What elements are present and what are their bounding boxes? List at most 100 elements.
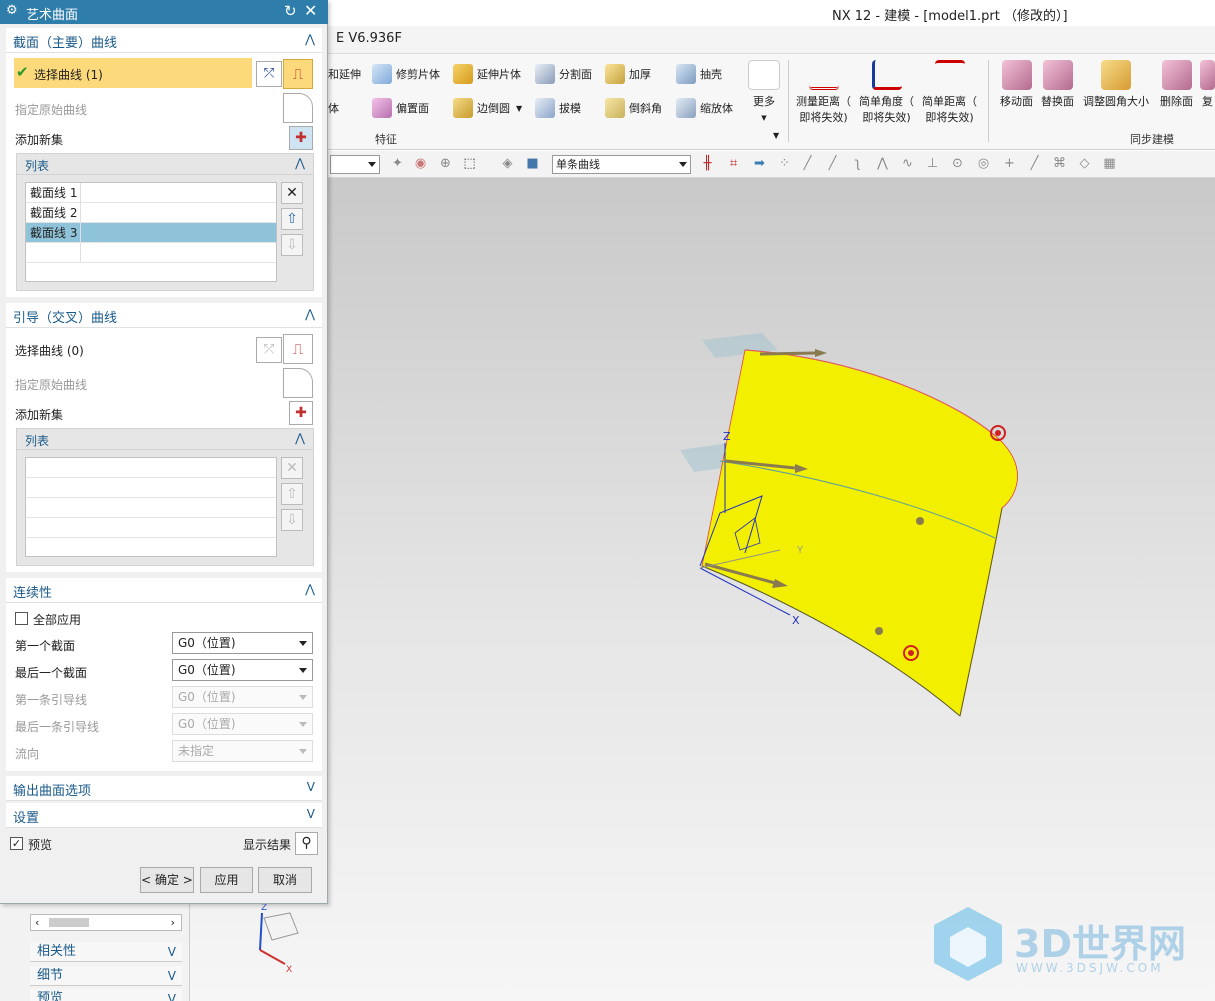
resize-blend-button[interactable]: 调整圆角大小 bbox=[1083, 60, 1149, 110]
show-result-button[interactable]: ⚲ bbox=[295, 832, 318, 855]
last-guide-select[interactable]: G0（位置) bbox=[172, 713, 313, 735]
move-down-button[interactable]: ⇩ bbox=[281, 509, 303, 531]
control-point-icon[interactable]: ⋀ bbox=[875, 156, 890, 171]
ok-button[interactable]: < 确定 > bbox=[140, 867, 194, 893]
dependencies-section[interactable]: 相关性 V bbox=[30, 942, 182, 962]
scroll-left-icon[interactable]: ‹ bbox=[35, 916, 39, 929]
list-item[interactable]: 截面线 1 bbox=[26, 183, 276, 203]
specify-origin-button[interactable] bbox=[283, 93, 313, 123]
edge-blend-button[interactable]: 边倒圆 ▼ bbox=[453, 98, 522, 118]
trim-sheet-button[interactable]: 修剪片体 bbox=[372, 64, 440, 84]
delete-button[interactable]: ✕ bbox=[281, 182, 303, 204]
grid-icon[interactable]: ▦ bbox=[1102, 156, 1117, 171]
chevron-down-icon[interactable]: ▼ bbox=[516, 104, 522, 113]
center-snap-icon[interactable]: ⊙ bbox=[950, 156, 965, 171]
delete-face-button[interactable]: 删除面 bbox=[1160, 60, 1193, 110]
section-curves-header[interactable]: 截面（主要）曲线 ⋀ bbox=[6, 28, 322, 53]
select-curve-label: 选择曲线 (1) bbox=[34, 68, 103, 82]
draft-button[interactable]: 拔模 bbox=[535, 98, 581, 118]
guide-curve-list[interactable] bbox=[25, 457, 277, 557]
extend-button[interactable]: 和延伸 bbox=[328, 66, 361, 82]
quadrant-snap-icon[interactable]: ◎ bbox=[976, 156, 991, 171]
chevron-down-icon[interactable]: ▼ bbox=[773, 131, 779, 140]
guide-curves-header[interactable]: 引导（交叉）曲线 ⋀ bbox=[6, 303, 322, 328]
body-filter-icon[interactable]: ◈ bbox=[500, 156, 515, 171]
specify-origin-button[interactable] bbox=[283, 368, 313, 398]
type-filter-dropdown[interactable] bbox=[330, 155, 380, 174]
more-button[interactable]: 更多 ▼ bbox=[748, 60, 780, 126]
point-on-curve-icon[interactable]: + bbox=[1002, 156, 1017, 171]
delete-button[interactable]: ✕ bbox=[281, 457, 303, 479]
horizontal-scrollbar[interactable]: ‹ › bbox=[30, 914, 182, 931]
artistic-surface[interactable] bbox=[701, 349, 1018, 717]
move-down-button[interactable]: ⇩ bbox=[281, 234, 303, 256]
preview-checkbox[interactable]: ✓ bbox=[10, 837, 23, 850]
details-section[interactable]: 细节 V bbox=[30, 966, 182, 986]
body-button[interactable]: 体 bbox=[328, 100, 339, 116]
offset-face-button[interactable]: 偏置面 bbox=[372, 98, 429, 118]
solid-filter-icon[interactable]: ■ bbox=[525, 156, 540, 171]
stop-at-intersection-icon[interactable]: ╫ bbox=[700, 156, 715, 171]
select-value: 未指定 bbox=[178, 744, 215, 758]
apply-all-checkbox[interactable] bbox=[15, 612, 28, 625]
chamfer-button[interactable]: 倒斜角 bbox=[605, 98, 662, 118]
follow-fillet-icon[interactable]: ⌗ bbox=[726, 156, 741, 171]
spline-snap-icon[interactable]: ∿ bbox=[900, 156, 915, 171]
measure-distance-button[interactable]: 测量距离（ 即将失效) bbox=[796, 60, 851, 126]
move-face-button[interactable]: 移动面 bbox=[1000, 60, 1033, 110]
cancel-button[interactable]: 取消 bbox=[258, 867, 312, 893]
output-options-header[interactable]: 输出曲面选项 V bbox=[6, 776, 322, 801]
point-snap-icon[interactable]: ⁘ bbox=[777, 156, 792, 171]
scroll-thumb[interactable] bbox=[49, 918, 89, 927]
last-section-select[interactable]: G0（位置) bbox=[172, 659, 313, 681]
simple-angle-button[interactable]: 简单角度（ 即将失效) bbox=[859, 60, 914, 126]
first-guide-select[interactable]: G0（位置) bbox=[172, 686, 313, 708]
add-new-set-button[interactable]: ✚ bbox=[289, 401, 313, 425]
flow-direction-select[interactable]: 未指定 bbox=[172, 740, 313, 762]
select-icon[interactable]: ⊕ bbox=[438, 156, 453, 171]
section-list-header[interactable]: 列表 ⋀ bbox=[16, 153, 314, 175]
bounded-icon[interactable]: ╱ bbox=[1027, 156, 1042, 171]
preview-section[interactable]: 预览 V bbox=[30, 989, 182, 1001]
select-curve-row[interactable]: ✔ 选择曲线 (1) bbox=[14, 58, 252, 88]
thicken-button[interactable]: 加厚 bbox=[605, 64, 651, 84]
simple-distance-button[interactable]: 简单距离（ 即将失效) bbox=[922, 60, 977, 126]
apply-button[interactable]: 应用 bbox=[200, 867, 253, 893]
extend-sheet-button[interactable]: 延伸片体 bbox=[453, 64, 521, 84]
guide-list-header[interactable]: 列表 ⋀ bbox=[16, 428, 314, 450]
settings-header[interactable]: 设置 V bbox=[6, 803, 322, 828]
add-new-set-button[interactable]: ✚ bbox=[289, 126, 313, 150]
section-curve-list[interactable]: 截面线 1 截面线 2 截面线 3 bbox=[25, 182, 277, 282]
replace-face-button[interactable]: 替换面 bbox=[1041, 60, 1074, 110]
rectangle-select-icon[interactable]: ⬚ bbox=[462, 156, 477, 171]
pole-icon[interactable]: ⌘ bbox=[1052, 156, 1067, 171]
reverse-direction-button[interactable]: ⤱ bbox=[256, 337, 282, 363]
list-item[interactable]: 截面线 2 bbox=[26, 203, 276, 223]
reverse-direction-button[interactable]: ⤱ bbox=[256, 61, 282, 87]
first-section-select[interactable]: G0（位置) bbox=[172, 632, 313, 654]
scroll-right-icon[interactable]: › bbox=[171, 916, 175, 929]
endpoint-snap-icon[interactable]: ╱ bbox=[825, 156, 840, 171]
scale-body-button[interactable]: 缩放体 bbox=[676, 98, 733, 118]
arrow-right-icon[interactable]: ➡ bbox=[752, 156, 767, 171]
move-up-button[interactable]: ⇧ bbox=[281, 483, 303, 505]
face-snap-icon[interactable]: ◇ bbox=[1077, 156, 1092, 171]
gear-icon[interactable]: ⚙ bbox=[6, 3, 18, 18]
line-snap-icon[interactable]: ╱ bbox=[800, 156, 815, 171]
continuity-header[interactable]: 连续性 ⋀ bbox=[6, 578, 322, 603]
move-up-button[interactable]: ⇧ bbox=[281, 208, 303, 230]
curve-rule-dropdown[interactable]: 单条曲线 bbox=[552, 155, 691, 174]
list-item-selected[interactable]: 截面线 3 bbox=[26, 223, 276, 243]
curve-select-button[interactable]: ⎍ bbox=[283, 59, 313, 89]
color-filter-icon[interactable]: ◉ bbox=[413, 156, 428, 171]
arc-snap-icon[interactable]: ʅ bbox=[850, 156, 865, 171]
copy-face-button[interactable]: 复 bbox=[1200, 60, 1215, 110]
dialog-titlebar[interactable]: ⚙ 艺术曲面 ↻ ✕ bbox=[0, 0, 328, 24]
close-icon[interactable]: ✕ bbox=[304, 1, 317, 20]
shell-button[interactable]: 抽壳 bbox=[676, 64, 722, 84]
filter-icon[interactable]: ✦ bbox=[390, 156, 405, 171]
intersection-snap-icon[interactable]: ⊥ bbox=[925, 156, 940, 171]
divide-face-button[interactable]: 分割面 bbox=[535, 64, 592, 84]
reset-icon[interactable]: ↻ bbox=[284, 2, 297, 20]
curve-select-button[interactable]: ⎍ bbox=[283, 334, 313, 364]
